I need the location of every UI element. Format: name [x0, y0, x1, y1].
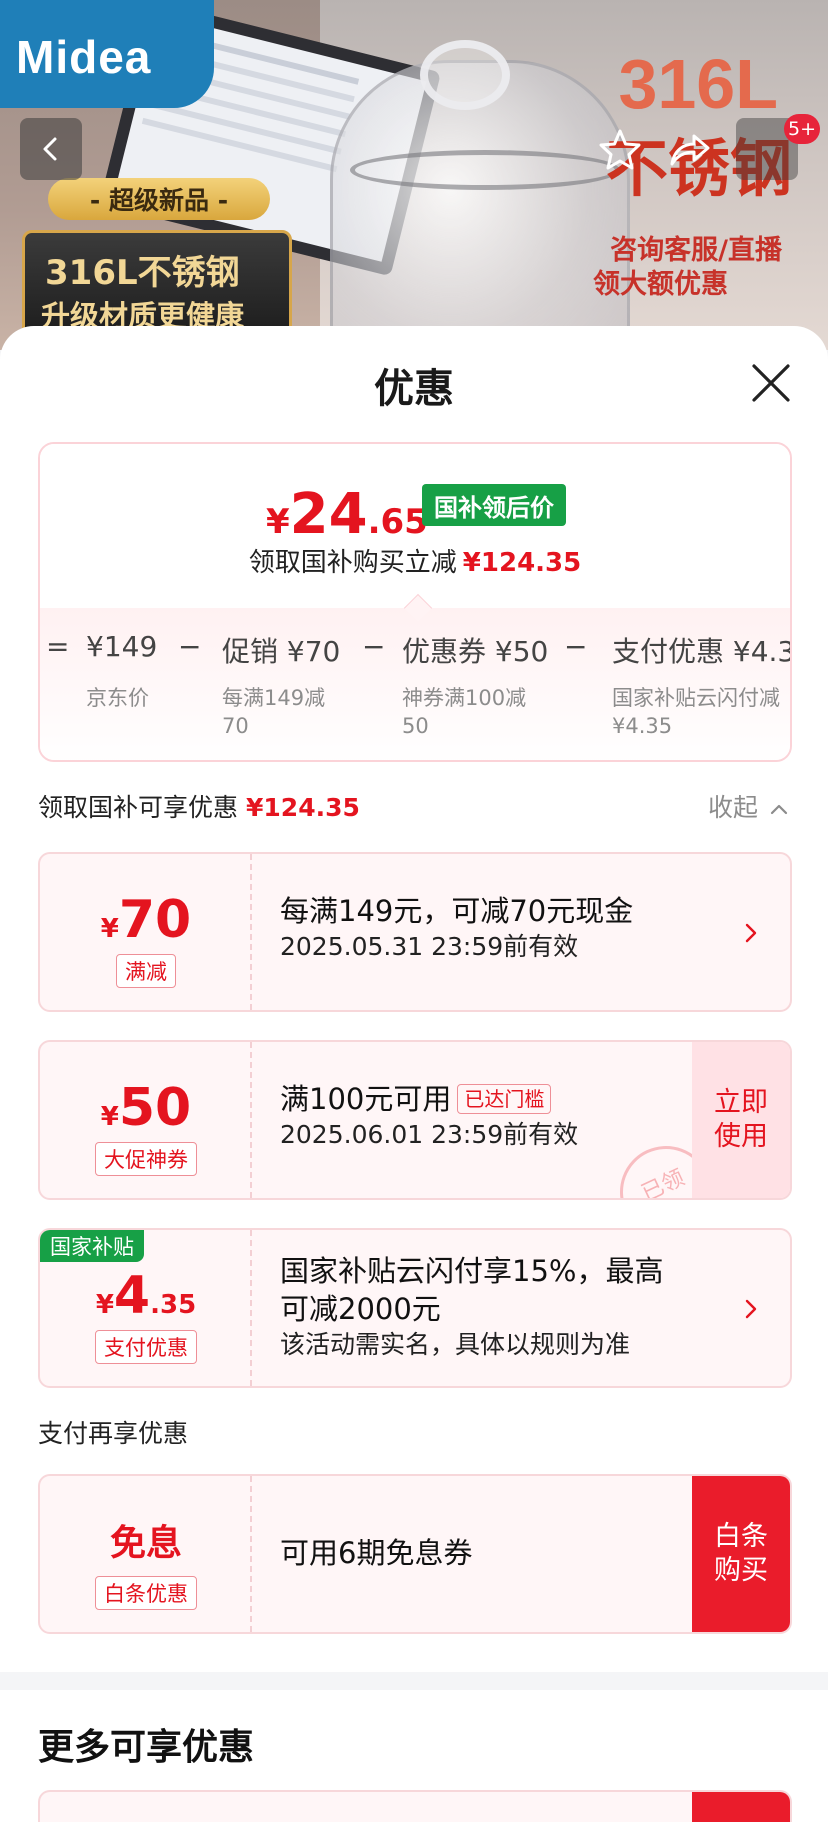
collapse-label: 收起: [708, 793, 759, 822]
chevron-right-icon[interactable]: [742, 1296, 760, 1322]
coupon-value-panel: ¥50 大促神券: [40, 1042, 252, 1198]
calc-base-price: ¥149: [86, 630, 158, 663]
calc-base-label: 京东价: [86, 686, 149, 710]
section-divider: [0, 1672, 828, 1690]
calc-minus-2: −: [362, 630, 386, 663]
coupon-card-payment[interactable]: 国家补贴 ¥4.35 支付优惠 国家补贴云闪付享15%，最高可减2000元 该活…: [38, 1228, 792, 1388]
calc-coupon-detail: 神券满100减 50: [402, 686, 527, 738]
reduce-text: 领取国补购买立减: [248, 548, 457, 578]
calc-equals: =: [46, 630, 70, 663]
coupon-title: 满100元可用 已达门槛: [280, 1080, 680, 1118]
calc-pay: 支付优惠 ¥4.3: [612, 635, 792, 668]
product-hero-image: Midea - 超级新品 - 316L不锈钢 升级材质更健康 316L 不锈钢 …: [0, 0, 828, 350]
brand-tab: Midea: [0, 0, 214, 108]
coupon-details: 每满149元，可减70元现金 2025.05.31 23:59前有效: [280, 892, 680, 964]
interest-free-title: 免息: [109, 1523, 182, 1564]
chevron-up-icon: [770, 804, 788, 815]
coupon-title: 国家补贴云闪付享15%，最高可减2000元: [280, 1254, 664, 1326]
gov-subsidy-price-tag: 国补领后价: [422, 484, 566, 526]
more-offers-action[interactable]: [692, 1792, 790, 1822]
coupon-expiry: 2025.06.01 23:59前有效: [280, 1120, 579, 1149]
brand-logo: Midea: [16, 31, 152, 83]
new-product-badge: - 超级新品 -: [48, 178, 270, 220]
calc-minus-3: −: [564, 630, 588, 663]
coupon-title: 每满149元，可减70元现金: [280, 894, 634, 928]
gov-subsidy-section-label: 领取国补可享优惠 ¥124.35: [38, 788, 360, 824]
material-banner: 316L不锈钢 升级材质更健康: [22, 230, 292, 340]
calc-minus-1: −: [178, 630, 202, 663]
promo-316-text: 316L: [618, 45, 778, 123]
interest-free-card: 免息 白条优惠 可用6期免息券 白条 购买: [38, 1474, 792, 1634]
chevron-left-icon: [43, 137, 57, 161]
section-label-text: 领取国补可享优惠: [38, 793, 239, 822]
coupon-amount: ¥4.35: [95, 1266, 197, 1326]
reduce-line: 领取国补购买立减 ¥124.35: [40, 542, 790, 579]
coupon-value-panel: ¥70 满减: [40, 854, 252, 1010]
coupon-note: 该活动需实名，具体以规则为准: [280, 1330, 631, 1359]
calc-promo-detail: 每满149减 70: [222, 686, 326, 738]
coupon-kind-tag: 满减: [40, 954, 252, 988]
threshold-reached-badge: 已达门槛: [457, 1084, 552, 1114]
coupon-kind-tag: 白条优惠: [40, 1576, 252, 1610]
more-offers-card-peek[interactable]: [38, 1790, 792, 1822]
section-label-amount: ¥124.35: [246, 793, 360, 822]
coupon-value-panel: 免息 白条优惠: [40, 1476, 252, 1632]
coupon-amount: ¥70: [100, 890, 192, 950]
calc-pay-detail: 国家补贴云闪付减 ¥4.35: [612, 686, 780, 738]
share-icon[interactable]: [664, 126, 712, 174]
coupon-details: 满100元可用 已达门槛 2025.06.01 23:59前有效: [280, 1080, 680, 1152]
coupon-card-mega-sale: ¥50 大促神券 满100元可用 已达门槛 2025.06.01 23:59前有效…: [38, 1040, 792, 1200]
interest-free-text: 可用6期免息券: [280, 1536, 473, 1570]
coupon-amount: ¥50: [100, 1078, 192, 1138]
coupon-value-panel: ¥4.35 支付优惠: [40, 1230, 252, 1386]
coupon-details: 可用6期免息券: [280, 1534, 680, 1572]
price-summary-card: ¥24.65 国补领后价 领取国补购买立减 ¥124.35 = ¥149 − 促销…: [38, 442, 792, 762]
final-price: ¥24.65: [266, 482, 428, 547]
reduce-amount: ¥124.35: [462, 548, 582, 578]
baitiao-buy-button[interactable]: 白条 购买: [692, 1476, 790, 1632]
kettle-rim-graphic: [350, 150, 620, 190]
coupon-kind-tag: 大促神券: [40, 1142, 252, 1176]
sheet-title: 优惠: [374, 366, 454, 412]
coupon-card-full-reduction[interactable]: ¥70 满减 每满149元，可减70元现金 2025.05.31 23:59前有…: [38, 852, 792, 1012]
more-offers-title: 更多可享优惠: [38, 1727, 255, 1768]
chevron-right-icon[interactable]: [742, 920, 760, 946]
notification-badge: 5+: [784, 114, 820, 144]
discount-sheet: 优惠 ¥24.65 国补领后价 领取国补购买立减 ¥124.35 = ¥149 −…: [0, 326, 828, 1822]
material-banner-line1: 316L不锈钢: [45, 253, 240, 293]
promo-discount-text: 领大额优惠: [593, 269, 728, 300]
coupon-kind-tag: 支付优惠: [40, 1330, 252, 1364]
calc-promo: 促销 ¥70: [222, 635, 341, 668]
kettle-lid-graphic: [420, 40, 510, 110]
collapse-toggle[interactable]: 收起: [708, 788, 788, 824]
favorite-star-icon[interactable]: [596, 126, 644, 174]
coupon-expiry: 2025.05.31 23:59前有效: [280, 932, 579, 961]
calc-coupon: 优惠券 ¥50: [402, 635, 549, 668]
use-now-button[interactable]: 立即 使用: [692, 1042, 790, 1198]
back-button[interactable]: [20, 118, 82, 180]
price-calculation-row: = ¥149 − 促销 ¥70 − 优惠券 ¥50 − 支付优惠 ¥4.3: [40, 630, 792, 670]
coupon-details: 国家补贴云闪付享15%，最高可减2000元 该活动需实名，具体以规则为准: [280, 1252, 680, 1362]
close-icon[interactable]: [746, 358, 796, 408]
payment-section-label: 支付再享优惠: [38, 1419, 189, 1448]
